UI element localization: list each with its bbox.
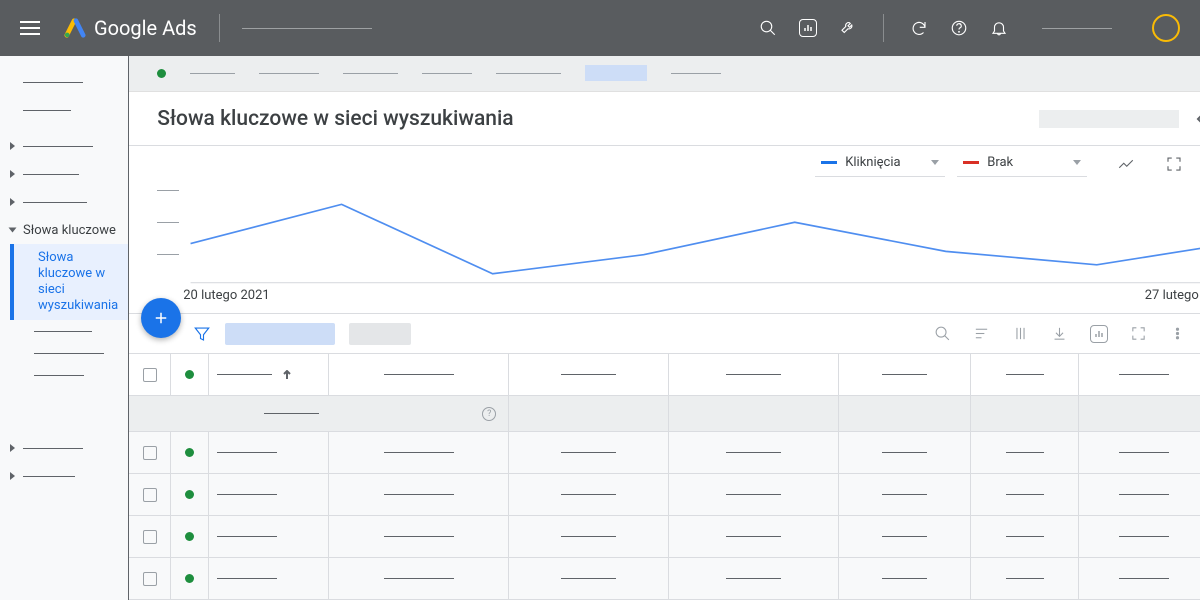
breadcrumb-bar bbox=[129, 56, 1200, 92]
filter-icon[interactable] bbox=[193, 325, 211, 343]
chart-line bbox=[157, 182, 1200, 294]
column-header[interactable] bbox=[669, 354, 839, 395]
google-ads-logo-icon bbox=[64, 17, 86, 39]
select-all-checkbox[interactable] bbox=[143, 368, 157, 382]
row-checkbox[interactable] bbox=[143, 530, 157, 544]
sidebar-subitem[interactable] bbox=[0, 364, 128, 386]
refresh-icon[interactable] bbox=[910, 19, 928, 37]
more-icon[interactable] bbox=[1169, 325, 1186, 342]
app-header: Google Ads bbox=[0, 0, 1200, 56]
breadcrumb-item[interactable] bbox=[343, 73, 398, 74]
sidebar-item[interactable] bbox=[0, 132, 128, 160]
sidebar-subitem[interactable] bbox=[0, 320, 128, 342]
reports-icon[interactable] bbox=[799, 19, 817, 37]
breadcrumb-item[interactable] bbox=[259, 73, 319, 74]
sidebar-item[interactable] bbox=[0, 434, 128, 462]
status-dot-icon bbox=[185, 370, 194, 379]
help-icon[interactable]: ? bbox=[482, 407, 496, 421]
row-checkbox[interactable] bbox=[143, 572, 157, 586]
sidebar-item[interactable] bbox=[0, 68, 128, 96]
breadcrumb-item[interactable] bbox=[671, 73, 721, 74]
sidebar-item-keywords[interactable]: Słowa kluczowe bbox=[0, 216, 128, 244]
row-checkbox[interactable] bbox=[143, 446, 157, 460]
status-dot-icon bbox=[185, 574, 194, 583]
expand-icon[interactable] bbox=[1130, 325, 1147, 342]
chart-type-icon[interactable] bbox=[1117, 155, 1135, 173]
page-titlebar: Słowa kluczowe w sieci wyszukiwania bbox=[129, 92, 1200, 147]
column-header[interactable] bbox=[209, 354, 329, 395]
chevron-down-icon bbox=[931, 160, 939, 165]
status-dot-icon bbox=[185, 448, 194, 457]
table-row[interactable] bbox=[129, 558, 1200, 600]
tools-icon[interactable] bbox=[839, 19, 857, 37]
breadcrumb-item[interactable] bbox=[190, 73, 235, 74]
table-row[interactable] bbox=[129, 432, 1200, 474]
left-sidebar: Słowa kluczowe Słowa kluczowe w sieci wy… bbox=[0, 56, 129, 600]
column-header[interactable] bbox=[509, 354, 669, 395]
metric-dropdown-1[interactable]: Kliknięcia bbox=[815, 151, 945, 177]
sidebar-item[interactable] bbox=[0, 462, 128, 490]
sidebar-item-search-keywords[interactable]: Słowa kluczowe w sieci wyszukiwania bbox=[10, 244, 128, 320]
report-icon[interactable] bbox=[1090, 325, 1108, 343]
content-area: Słowa kluczowe w sieci wyszukiwania Klik… bbox=[129, 56, 1200, 600]
table-summary-row: ? bbox=[129, 396, 1200, 432]
table-row[interactable] bbox=[129, 474, 1200, 516]
download-icon[interactable] bbox=[1051, 325, 1068, 342]
column-header[interactable] bbox=[971, 354, 1079, 395]
row-checkbox[interactable] bbox=[143, 488, 157, 502]
sidebar-subitem[interactable] bbox=[0, 342, 128, 364]
metric-swatch-icon bbox=[821, 161, 837, 164]
column-header[interactable] bbox=[839, 354, 971, 395]
metric-swatch-icon bbox=[963, 161, 979, 164]
chevron-down-icon bbox=[1073, 160, 1081, 165]
sidebar-item[interactable] bbox=[0, 96, 128, 124]
table-header-row bbox=[129, 354, 1200, 396]
search-icon[interactable] bbox=[759, 19, 777, 37]
chevron-left-icon[interactable] bbox=[1195, 114, 1200, 124]
filter-chip[interactable] bbox=[349, 323, 411, 345]
status-dot-icon bbox=[157, 69, 166, 78]
column-header[interactable] bbox=[1079, 354, 1200, 395]
sort-asc-icon bbox=[282, 370, 292, 380]
status-dot-icon bbox=[185, 490, 194, 499]
help-icon[interactable] bbox=[950, 19, 968, 37]
fullscreen-icon[interactable] bbox=[1165, 155, 1183, 173]
sidebar-item[interactable] bbox=[0, 160, 128, 188]
table-toolbar bbox=[129, 314, 1200, 354]
page-title: Słowa kluczowe w sieci wyszukiwania bbox=[157, 107, 513, 131]
hamburger-menu-icon[interactable] bbox=[20, 21, 40, 35]
segment-icon[interactable] bbox=[973, 325, 990, 342]
metric-dropdown-2[interactable]: Brak bbox=[957, 151, 1087, 177]
add-button[interactable] bbox=[141, 298, 181, 338]
column-header[interactable] bbox=[329, 354, 509, 395]
columns-icon[interactable] bbox=[1012, 325, 1029, 342]
filter-chip[interactable] bbox=[225, 323, 335, 345]
search-icon[interactable] bbox=[934, 325, 951, 342]
keywords-table: ? bbox=[129, 354, 1200, 600]
chart-panel: Kliknięcia Brak bbox=[129, 146, 1200, 314]
table-row[interactable] bbox=[129, 516, 1200, 558]
sidebar-item[interactable] bbox=[0, 188, 128, 216]
notifications-icon[interactable] bbox=[990, 19, 1008, 37]
header-actions bbox=[759, 14, 1180, 42]
breadcrumb-item[interactable] bbox=[496, 73, 561, 74]
breadcrumb-item[interactable] bbox=[422, 73, 472, 74]
account-name-placeholder[interactable] bbox=[1042, 28, 1112, 29]
product-name: Google Ads bbox=[94, 16, 197, 40]
user-avatar[interactable] bbox=[1152, 14, 1180, 42]
date-range-picker[interactable] bbox=[1039, 110, 1179, 128]
status-dot-icon bbox=[185, 532, 194, 541]
product-logo[interactable]: Google Ads bbox=[64, 16, 197, 40]
breadcrumb-item-active[interactable] bbox=[585, 65, 647, 81]
header-separator bbox=[219, 14, 220, 42]
chart-canvas bbox=[157, 182, 1200, 282]
account-placeholder[interactable] bbox=[242, 28, 372, 29]
